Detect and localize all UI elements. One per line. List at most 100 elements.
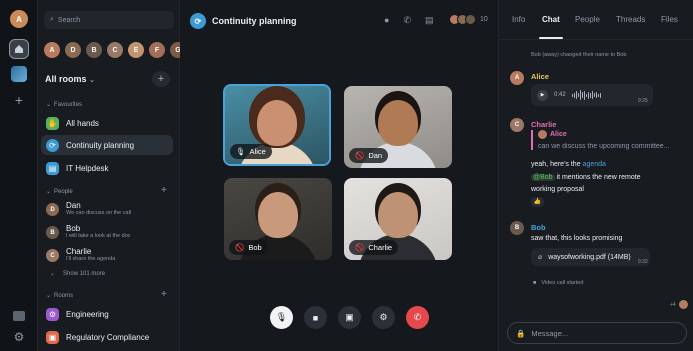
people-section-header[interactable]: ⌄ People bbox=[46, 188, 73, 196]
message-text: yeah, here's the agenda bbox=[531, 161, 606, 168]
divider bbox=[499, 39, 693, 40]
message-sender[interactable]: Charlie bbox=[531, 120, 556, 129]
favourite-person-avatar[interactable]: B bbox=[86, 42, 102, 58]
sync-icon: ⟳ bbox=[46, 138, 59, 152]
favourite-person-avatar[interactable]: D bbox=[65, 42, 81, 58]
lock-icon: 🔒 bbox=[516, 328, 526, 338]
favourite-person-avatar[interactable]: C bbox=[107, 42, 123, 58]
waveform[interactable] bbox=[571, 90, 601, 100]
chat-icon[interactable]: ● bbox=[384, 15, 389, 26]
room-continuity-planning[interactable]: ⟳ Continuity planning bbox=[41, 135, 173, 155]
message-text: working proposal bbox=[531, 186, 584, 193]
avatar[interactable]: B bbox=[510, 221, 524, 235]
add-space-icon[interactable]: + bbox=[11, 92, 27, 108]
threads-icon[interactable] bbox=[13, 311, 25, 321]
tab-info[interactable]: Info bbox=[512, 15, 525, 24]
tab-chat[interactable]: Chat bbox=[542, 15, 560, 24]
tab-people[interactable]: People bbox=[575, 15, 600, 24]
participant-name: Bob bbox=[248, 243, 262, 252]
compliance-icon: ▣ bbox=[46, 330, 59, 344]
dm-dan[interactable]: D Dan We can discuss on the call bbox=[46, 201, 131, 217]
hang-up-button[interactable]: ✆ bbox=[406, 306, 429, 329]
user-avatar[interactable]: A bbox=[10, 10, 28, 28]
room-header[interactable]: ⟳ Continuity planning bbox=[190, 13, 297, 29]
add-room-button[interactable]: + bbox=[152, 71, 170, 87]
favourite-person-avatar[interactable]: A bbox=[44, 42, 60, 58]
room-it-helpdesk[interactable]: ▤ IT Helpdesk bbox=[41, 158, 173, 178]
tab-files[interactable]: Files bbox=[661, 15, 678, 24]
show-more-button[interactable]: ⌄ Show 101 more bbox=[50, 270, 105, 278]
favourite-person-avatar[interactable]: E bbox=[128, 42, 144, 58]
mute-microphone-button[interactable]: 🎙 bbox=[270, 306, 293, 329]
message-sender[interactable]: Alice bbox=[531, 72, 549, 81]
video-icon: ■ bbox=[312, 312, 319, 323]
all-rooms-dropdown[interactable]: All rooms ⌄ bbox=[45, 74, 95, 84]
dm-preview: We can discuss on the call bbox=[66, 210, 132, 216]
user-mention-pill[interactable]: @Bob bbox=[531, 174, 555, 181]
gear-icon: ⚙ bbox=[379, 312, 388, 322]
member-count: 10 bbox=[480, 16, 488, 23]
avatar: D bbox=[46, 203, 59, 216]
avatar bbox=[678, 300, 688, 309]
tab-threads[interactable]: Threads bbox=[616, 15, 645, 24]
avatar[interactable]: A bbox=[510, 71, 524, 85]
home-space-button[interactable] bbox=[9, 39, 29, 59]
threads-icon[interactable]: ▤ bbox=[425, 15, 434, 26]
message-composer[interactable]: 🔒 Message... bbox=[507, 322, 687, 344]
share-screen-button[interactable]: ▣ bbox=[338, 306, 361, 329]
composer-placeholder: Message... bbox=[531, 328, 569, 338]
participant-label: 🚫 Dan bbox=[349, 148, 389, 163]
dm-preview: I will take a look at the doc bbox=[66, 233, 131, 239]
participant-tile-dan[interactable]: 🚫 Dan bbox=[344, 86, 452, 168]
favourites-section-header[interactable]: ⌄ Favourites bbox=[46, 101, 82, 109]
participant-tile-alice[interactable]: 🎙 Alice bbox=[223, 84, 331, 166]
voice-duration: 0:42 bbox=[554, 92, 566, 98]
message-time: 9:25 bbox=[638, 98, 648, 104]
membership-notice: Bob (away) changed their name to Bob bbox=[531, 52, 627, 58]
section-label: Rooms bbox=[54, 292, 74, 299]
participant-name: Alice bbox=[249, 147, 266, 156]
room-all-hands[interactable]: ✋ All hands bbox=[41, 113, 173, 133]
favourite-person-avatar[interactable]: F bbox=[149, 42, 165, 58]
search-icon: ⌕ bbox=[50, 16, 54, 23]
add-room-icon[interactable]: + bbox=[161, 289, 167, 300]
participant-tile-bob[interactable]: 🚫 Bob bbox=[224, 178, 332, 260]
search-input[interactable]: ⌕ Search bbox=[44, 11, 174, 29]
message-sender[interactable]: Bob bbox=[531, 223, 546, 232]
reaction-thumbs-up[interactable]: 👍 bbox=[531, 197, 544, 207]
rooms-section-header[interactable]: ⌄ Rooms bbox=[46, 292, 74, 300]
paperclip-icon: ⌀ bbox=[538, 254, 543, 261]
play-icon[interactable]: ▶ bbox=[537, 89, 548, 101]
header-tools: ● ✆ ▤ bbox=[384, 15, 434, 26]
message-text: @Bob it mentions the new remote bbox=[531, 174, 641, 181]
settings-icon[interactable]: ⚙ bbox=[13, 331, 25, 343]
avatar[interactable]: C bbox=[510, 118, 524, 132]
dm-bob[interactable]: B Bob I will take a look at the doc bbox=[46, 224, 131, 240]
read-receipts[interactable]: +4 bbox=[670, 300, 688, 309]
member-facepile[interactable]: 10 bbox=[449, 14, 488, 25]
room-regulatory-compliance[interactable]: ▣ Regulatory Compliance bbox=[41, 327, 173, 347]
chevron-down-icon: ⌄ bbox=[46, 189, 52, 195]
room-engineering[interactable]: ⚙ Engineering bbox=[41, 304, 173, 324]
dm-charlie[interactable]: C Charlie I'll share the agenda bbox=[46, 247, 115, 263]
add-person-icon[interactable]: + bbox=[161, 185, 167, 196]
read-receipt-count: +4 bbox=[670, 301, 676, 308]
call-started-event: ■ Video call started bbox=[533, 280, 583, 286]
dm-name: Charlie bbox=[66, 247, 92, 256]
dm-name: Dan bbox=[66, 201, 81, 210]
agenda-link[interactable]: agenda bbox=[583, 161, 606, 168]
call-settings-button[interactable]: ⚙ bbox=[372, 306, 395, 329]
phone-icon[interactable]: ✆ bbox=[403, 15, 411, 26]
participant-name: Dan bbox=[368, 151, 383, 160]
microphone-icon: 🎙 bbox=[236, 147, 246, 156]
reply-quote[interactable]: Alice can we discuss the upcoming commit… bbox=[531, 130, 686, 150]
participant-tile-charlie[interactable]: 🚫 Charlie bbox=[344, 178, 452, 260]
app: A + ⚙ ⌕ Search A D B C E F G All rooms ⌄… bbox=[0, 0, 693, 351]
space-bar: A + ⚙ bbox=[0, 0, 38, 351]
message-text: saw that, this looks promising bbox=[531, 235, 623, 242]
room-title: Continuity planning bbox=[212, 16, 297, 26]
space-avatar[interactable] bbox=[11, 66, 27, 82]
toggle-video-button[interactable]: ■ bbox=[304, 306, 327, 329]
file-attachment[interactable]: ⌀ waysofworking.pdf (14MB) bbox=[531, 248, 650, 266]
dm-name: Bob bbox=[66, 224, 81, 233]
